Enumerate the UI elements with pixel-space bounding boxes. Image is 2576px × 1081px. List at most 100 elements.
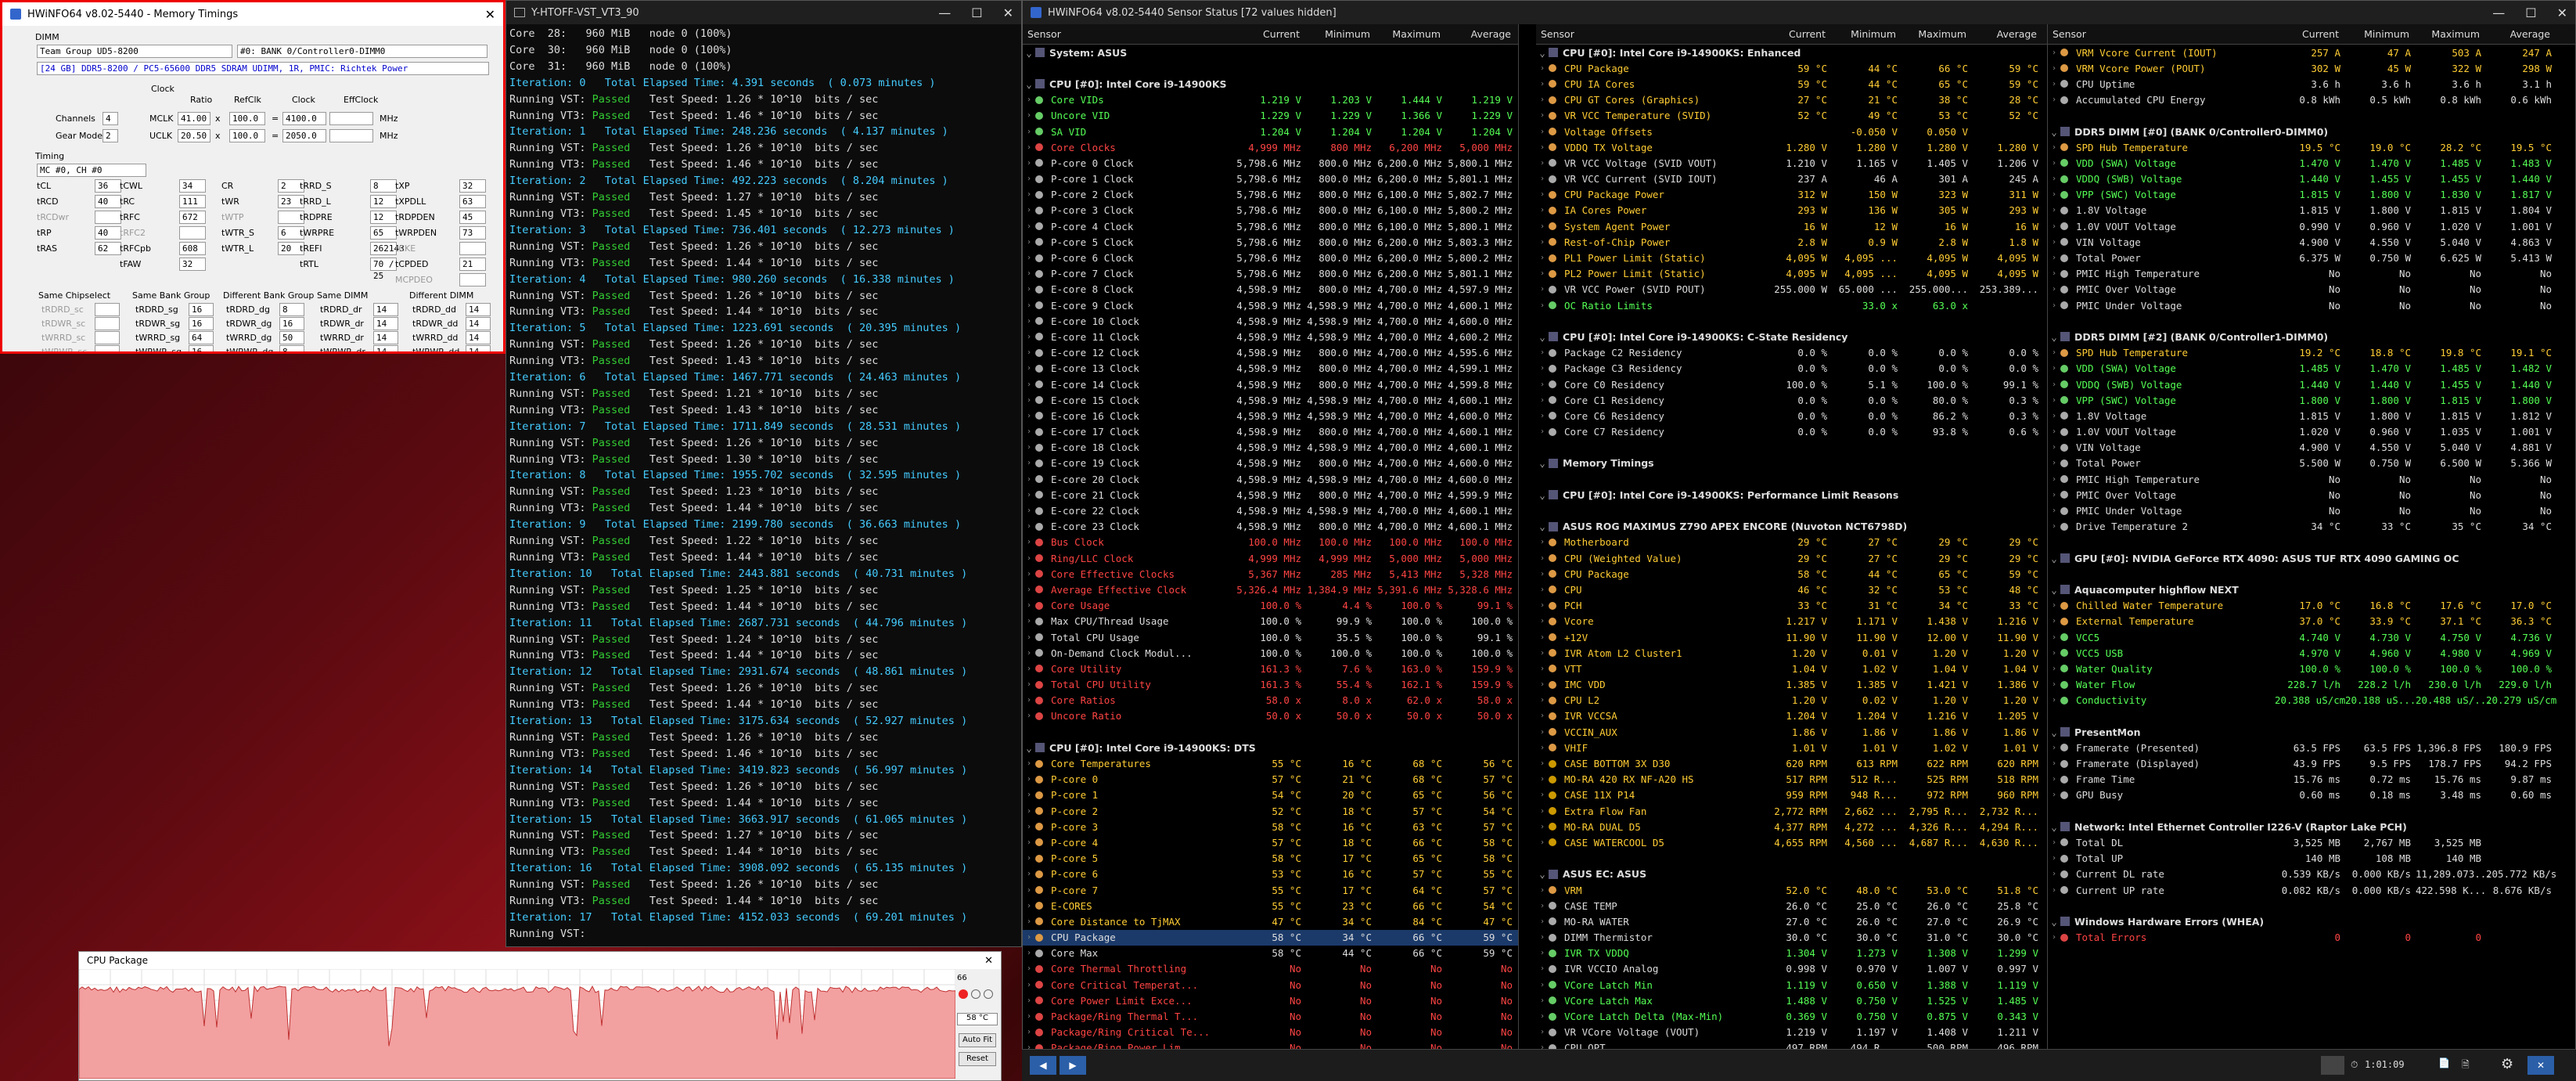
- sensor-row[interactable]: › Chilled Water Temperature 17.0 °C 16.8 °C…: [2048, 598, 2575, 614]
- expand-icon[interactable]: ›: [1023, 949, 1035, 957]
- sensor-group-header[interactable]: ⌄ ASUS EC: ASUS: [1536, 867, 2047, 882]
- sensor-row[interactable]: › Total UP 140 MB 108 MB 140 MB: [2048, 851, 2575, 867]
- sensor-row[interactable]: › PMIC Over Voltage No No No No: [2048, 487, 2575, 503]
- record-icon[interactable]: [959, 989, 968, 999]
- expand-icon[interactable]: ›: [2048, 222, 2060, 231]
- sensor-row[interactable]: › VRM Vcore Current (IOUT) 257 A 47 A 503 A2…: [2048, 45, 2575, 60]
- expand-icon[interactable]: ⌄: [1536, 521, 1549, 532]
- sensor-row[interactable]: › GPU Busy 0.60 ms 0.18 ms 3.48 ms 0.60 ms: [2048, 787, 2575, 803]
- expand-icon[interactable]: ⌄: [1023, 47, 1035, 59]
- sensor-row[interactable]: › CASE TEMP 26.0 °C 25.0 °C 26.0 °C 25.8 °C: [1536, 898, 2047, 913]
- sensor-row[interactable]: › Total DL 3,525 MB 2,767 MB 3,525 MB: [2048, 834, 2575, 850]
- close-icon[interactable]: ✕: [1003, 5, 1013, 20]
- sensor-row[interactable]: › P-core 3 Clock 5,798.6 MHz 800.0 MHz 6,100…: [1023, 203, 1518, 218]
- sensor-row[interactable]: › VIN Voltage 4.900 V 4.550 V 5.040 V 4.881 V: [2048, 440, 2575, 456]
- expand-icon[interactable]: ›: [2048, 254, 2060, 262]
- sensor-row[interactable]: › E-core 16 Clock 4,598.9 MHz 4,598.9 MHz 4,…: [1023, 408, 1518, 423]
- sensor-row[interactable]: › Package C2 Residency 0.0 % 0.0 % 0.0 % 0.0 …: [1536, 345, 2047, 361]
- expand-icon[interactable]: ⌄: [1536, 47, 1549, 59]
- expand-icon[interactable]: ›: [1023, 870, 1035, 878]
- sensor-row[interactable]: › SPD Hub Temperature 19.5 °C 19.0 °C 28.2 °…: [2048, 139, 2575, 155]
- expand-icon[interactable]: ›: [2048, 364, 2060, 373]
- sensor-group-header[interactable]: ⌄ ASUS ROG MAXIMUS Z790 APEX ENCORE (Nuvo…: [1536, 519, 2047, 535]
- sensor-row[interactable]: › +12V 11.90 V 11.90 V 12.00 V 11.90 V: [1536, 629, 2047, 645]
- sensor-row[interactable]: › CPU Package Power 312 W 150 W 323 W 311 W: [1536, 187, 2047, 203]
- sensor-group-header[interactable]: ⌄ CPU [#0]: Intel Core i9-14900KS: DTS: [1023, 740, 1518, 755]
- sensor-row[interactable]: › 1.0V VOUT Voltage 0.990 V 0.960 V 1.020 V1…: [2048, 218, 2575, 234]
- sensor-row[interactable]: › CPU IA Cores 59 °C 44 °C 65 °C 59 °C: [1536, 76, 2047, 92]
- sensor-group-header[interactable]: ⌄ CPU [#0]: Intel Core i9-14900KS: C-Stat…: [1536, 329, 2047, 344]
- sensor-row[interactable]: › CPU 46 °C 32 °C 53 °C 48 °C: [1536, 582, 2047, 597]
- expand-icon[interactable]: ›: [2048, 680, 2060, 689]
- expand-icon[interactable]: ›: [2048, 459, 2060, 467]
- expand-icon[interactable]: ›: [2048, 269, 2060, 278]
- expand-icon[interactable]: ›: [1023, 159, 1035, 168]
- sensor-row[interactable]: › CPU Package 58 °C 34 °C 66 °C 59 °C: [1023, 929, 1518, 946]
- sensor-row[interactable]: › VRM Vcore Power (POUT) 302 W 45 W 322 W 298…: [2048, 60, 2575, 76]
- expand-icon[interactable]: ›: [1023, 443, 1035, 452]
- expand-icon[interactable]: ›: [1536, 996, 1549, 1005]
- expand-icon[interactable]: ›: [1023, 838, 1035, 847]
- sensor-row[interactable]: › External Temperature 37.0 °C 33.9 °C 37.1 …: [2048, 614, 2575, 629]
- expand-icon[interactable]: ⌄: [2048, 553, 2060, 564]
- sensor-row[interactable]: › P-core 4 Clock 5,798.6 MHz 800.0 MHz 6,100…: [1023, 218, 1518, 234]
- sensor-row[interactable]: › PL1 Power Limit (Static) 4,095 W 4,095 ..…: [1536, 250, 2047, 265]
- expand-icon[interactable]: ›: [1536, 902, 1549, 910]
- expand-icon[interactable]: ›: [1023, 554, 1035, 563]
- sensor-row[interactable]: › VR VCC Power (SVID POUT) 255.000 W 65.000…: [1536, 282, 2047, 297]
- expand-icon[interactable]: ›: [1023, 111, 1035, 120]
- expand-icon[interactable]: ›: [2048, 238, 2060, 247]
- sensor-row[interactable]: › VR VCC Voltage (SVID VOUT) 1.210 V 1.165 …: [1536, 155, 2047, 171]
- expand-icon[interactable]: ›: [2048, 95, 2060, 104]
- column-header-minimum[interactable]: Minimum: [2344, 28, 2414, 40]
- expand-icon[interactable]: ›: [1023, 996, 1035, 1005]
- expand-icon[interactable]: ›: [1536, 807, 1549, 816]
- sensor-row[interactable]: › CPU GT Cores (Graphics) 27 °C 21 °C 38 °C 2…: [1536, 92, 2047, 108]
- sensor-row[interactable]: › OC Ratio Limits 33.0 x 63.0 x: [1536, 297, 2047, 313]
- expand-icon[interactable]: ›: [1536, 1012, 1549, 1021]
- expand-icon[interactable]: ›: [1023, 238, 1035, 247]
- sensor-row[interactable]: › CPU Package 58 °C 44 °C 65 °C 59 °C: [1536, 566, 2047, 582]
- sensor-row[interactable]: › E-core 18 Clock 4,598.9 MHz 4,598.9 MHz 4,…: [1023, 440, 1518, 456]
- sensor-row[interactable]: › Core Usage 100.0 % 4.4 % 100.0 % 99.1 %: [1023, 598, 1518, 614]
- column-header-current[interactable]: Current: [1760, 28, 1830, 40]
- expand-icon[interactable]: ›: [1023, 269, 1035, 278]
- sensor-row[interactable]: › IVR TX VDDQ 1.304 V 1.273 V 1.308 V 1.299 V: [1536, 946, 2047, 961]
- sensor-row[interactable]: › Core Utility 161.3 % 7.6 % 163.0 % 159.9 %: [1023, 661, 1518, 676]
- expand-icon[interactable]: ›: [2048, 854, 2060, 863]
- expand-icon[interactable]: ›: [1536, 949, 1549, 957]
- column-header-current[interactable]: Current: [1234, 28, 1304, 40]
- reset-button[interactable]: Reset: [959, 1052, 996, 1066]
- expand-icon[interactable]: ›: [1536, 427, 1549, 436]
- sensor-row[interactable]: › Core Effective Clocks 5,367 MHz 285 MHz 5,…: [1023, 566, 1518, 582]
- expand-icon[interactable]: ⌄: [2048, 331, 2060, 343]
- expand-icon[interactable]: ›: [1536, 570, 1549, 578]
- sensor-row[interactable]: › E-core 8 Clock 4,598.9 MHz 800.0 MHz 4,700…: [1023, 282, 1518, 297]
- expand-icon[interactable]: ›: [1023, 143, 1035, 152]
- expand-icon[interactable]: ›: [1023, 902, 1035, 910]
- expand-icon[interactable]: ⌄: [1536, 331, 1549, 343]
- sensor-row[interactable]: › Core C1 Residency 0.0 % 0.0 % 80.0 % 0.3 %: [1536, 392, 2047, 408]
- sensor-row[interactable]: › IVR Atom L2 Cluster1 1.20 V 0.01 V 1.20 V1…: [1536, 645, 2047, 661]
- expand-icon[interactable]: ›: [1536, 64, 1549, 73]
- expand-icon[interactable]: ⌄: [2048, 584, 2060, 596]
- sensor-row[interactable]: › VDD (SWA) Voltage 1.470 V 1.470 V 1.485 V1…: [2048, 155, 2575, 171]
- sensor-group-header[interactable]: ⌄ CPU [#0]: Intel Core i9-14900KS: Perfor…: [1536, 487, 2047, 503]
- expand-icon[interactable]: ›: [1536, 886, 1549, 895]
- sensor-row[interactable]: › VR VCC Current (SVID IOUT) 237 A 46 A 301 …: [1536, 171, 2047, 187]
- maximize-icon[interactable]: ☐: [971, 5, 982, 20]
- sensor-row[interactable]: › MO-RA 420 RX NF-A20 HS 517 RPM 512 R... 52…: [1536, 772, 2047, 787]
- expand-icon[interactable]: ›: [1536, 775, 1549, 784]
- expand-icon[interactable]: ›: [1536, 380, 1549, 389]
- close-sensors-button[interactable]: ✕: [2527, 1056, 2554, 1075]
- expand-icon[interactable]: ›: [1023, 680, 1035, 689]
- column-header-sensor[interactable]: Sensor: [1536, 28, 1760, 40]
- sensor-row[interactable]: › E-core 22 Clock 4,598.9 MHz 4,598.9 MHz 4,…: [1023, 503, 1518, 518]
- expand-icon[interactable]: ›: [1023, 712, 1035, 720]
- expand-icon[interactable]: ›: [1536, 823, 1549, 831]
- expand-icon[interactable]: ›: [2048, 744, 2060, 752]
- expand-icon[interactable]: ›: [1023, 301, 1035, 310]
- auto-fit-button[interactable]: Auto Fit: [959, 1033, 996, 1047]
- sensor-row[interactable]: › CASE 11X P14 959 RPM 948 R... 972 RPM 960 R…: [1536, 787, 2047, 803]
- sensor-row[interactable]: › IMC VDD 1.385 V 1.385 V 1.421 V 1.386 V: [1536, 677, 2047, 693]
